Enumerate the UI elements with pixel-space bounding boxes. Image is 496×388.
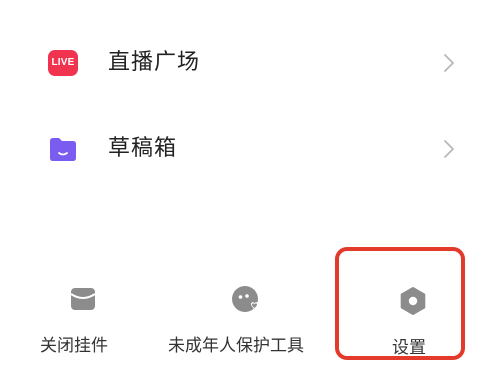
child-face-heart-icon [232, 286, 258, 312]
menu-item-label: 直播广场 [108, 50, 201, 75]
menu-item-drafts[interactable]: 草稿箱 [0, 114, 496, 184]
screen: LIVE 直播广场 草稿箱 关闭挂件 未成年人保护工具 设置 [0, 0, 496, 388]
live-badge-icon: LIVE [48, 50, 78, 76]
widget-icon [70, 288, 96, 310]
minor-protection-button[interactable]: 未成年人保护工具 [166, 250, 326, 370]
menu-item-live-square[interactable]: LIVE 直播广场 [0, 28, 496, 98]
folder-icon [50, 138, 76, 161]
menu-item-label: 草稿箱 [108, 136, 178, 161]
minor-protection-label: 未成年人保护工具 [168, 336, 304, 356]
close-widget-button[interactable]: 关闭挂件 [36, 250, 130, 370]
close-widget-label: 关闭挂件 [40, 336, 108, 356]
chevron-right-icon [444, 54, 454, 72]
scroll-fade [0, 220, 496, 250]
chevron-right-icon [444, 140, 454, 158]
highlight-box [335, 247, 465, 360]
